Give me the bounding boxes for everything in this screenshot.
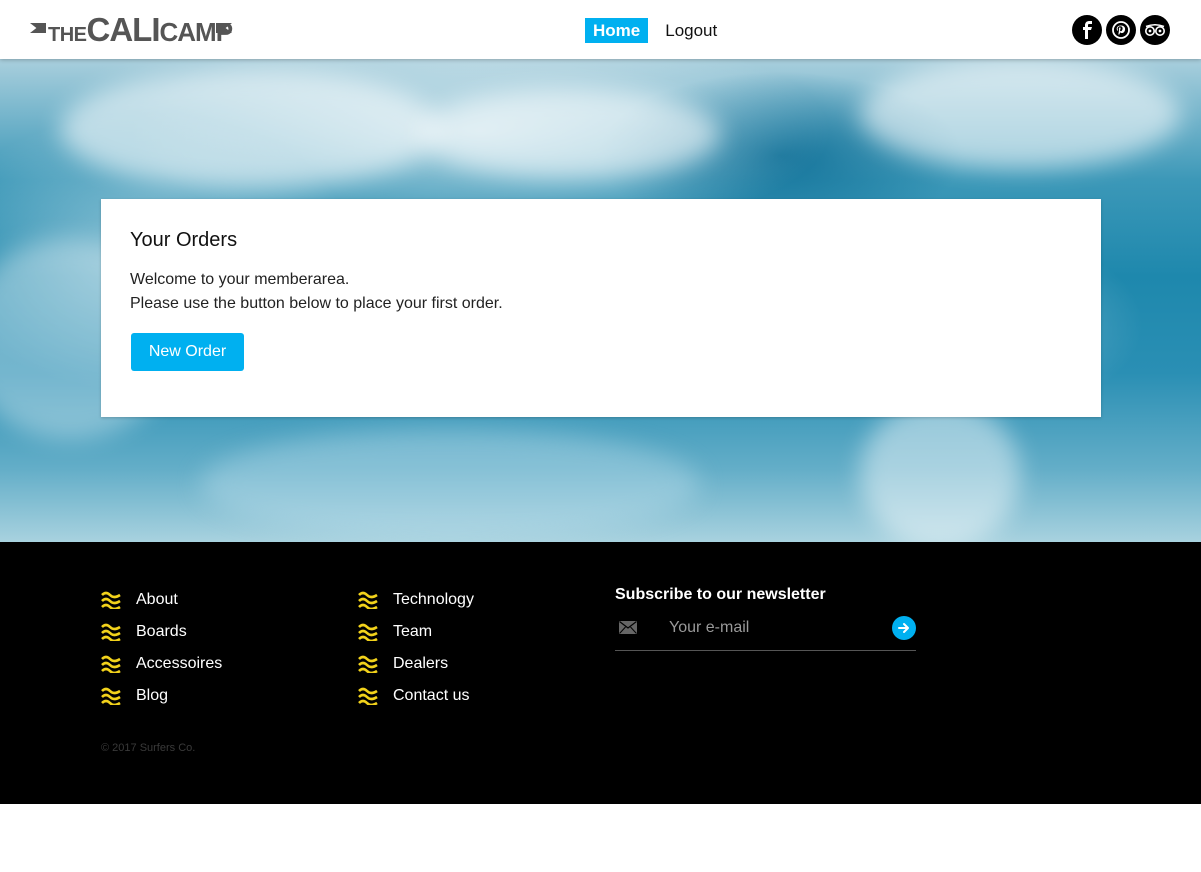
foam-overlay: [420, 89, 720, 179]
wave-icon: [358, 655, 378, 673]
wave-icon: [101, 655, 121, 673]
footer-links-col-1: About Boards Accessoires Blog: [101, 584, 222, 712]
footer-links-col-2: Technology Team Dealers Contact us: [358, 584, 474, 712]
logo-the: THE: [48, 24, 87, 46]
footer-link-accessoires[interactable]: Accessoires: [101, 648, 222, 680]
wave-icon: [358, 623, 378, 641]
footer-link-contact[interactable]: Contact us: [358, 680, 474, 712]
newsletter-title: Subscribe to our newsletter: [615, 586, 826, 603]
footer-link-dealers[interactable]: Dealers: [358, 648, 474, 680]
orders-card: Your Orders Welcome to your memberarea. …: [101, 199, 1101, 417]
tripadvisor-icon[interactable]: [1140, 15, 1170, 45]
footer-link-boards[interactable]: Boards: [101, 616, 222, 648]
newsletter-submit-button[interactable]: [892, 616, 916, 640]
facebook-icon[interactable]: [1072, 15, 1102, 45]
tripadvisor-glyph: [1145, 23, 1165, 36]
footer-link-label: Boards: [136, 623, 187, 640]
wave-icon: [101, 623, 121, 641]
newsletter-email-input[interactable]: [667, 616, 877, 640]
footer-link-label: Technology: [393, 591, 474, 608]
copyright-text: © 2017 Surfers Co.: [101, 742, 196, 754]
footer-link-label: Blog: [136, 687, 169, 704]
facebook-glyph: [1083, 21, 1092, 39]
foam-overlay: [200, 429, 700, 539]
foam-overlay: [60, 69, 440, 189]
nav-logout[interactable]: Logout: [665, 18, 717, 43]
new-order-button[interactable]: New Order: [131, 333, 244, 371]
logo-flag-left-icon: [30, 23, 46, 33]
wave-icon: [101, 591, 121, 609]
main-nav: Home Logout: [585, 18, 717, 43]
welcome-text: Welcome to your memberarea.: [130, 271, 350, 288]
pinterest-glyph: [1112, 21, 1130, 39]
pinterest-icon[interactable]: [1106, 15, 1136, 45]
footer-link-label: Accessoires: [136, 655, 223, 672]
footer-link-label: Contact us: [393, 687, 470, 704]
footer-link-label: About: [136, 591, 178, 608]
instruction-text: Please use the button below to place you…: [130, 295, 503, 312]
site-logo[interactable]: THECALICAMP: [30, 11, 233, 48]
wave-icon: [101, 687, 121, 705]
foam-overlay: [860, 399, 1020, 542]
site-header: THECALICAMP Home Logout: [0, 0, 1201, 59]
mail-icon: [619, 621, 637, 634]
footer-link-about[interactable]: About: [101, 584, 222, 616]
footer-link-technology[interactable]: Technology: [358, 584, 474, 616]
foam-overlay: [860, 59, 1180, 169]
card-title: Your Orders: [130, 229, 238, 251]
footer-link-blog[interactable]: Blog: [101, 680, 222, 712]
wave-icon: [358, 591, 378, 609]
footer-link-label: Team: [393, 623, 433, 640]
arrow-right-icon: [898, 623, 909, 633]
newsletter-form: [615, 614, 916, 651]
footer-link-label: Dealers: [393, 655, 449, 672]
nav-home[interactable]: Home: [585, 18, 649, 43]
wave-icon: [358, 687, 378, 705]
site-footer: About Boards Accessoires Blog Technology…: [0, 542, 1201, 804]
footer-link-team[interactable]: Team: [358, 616, 474, 648]
logo-cali: CALI: [86, 11, 161, 48]
